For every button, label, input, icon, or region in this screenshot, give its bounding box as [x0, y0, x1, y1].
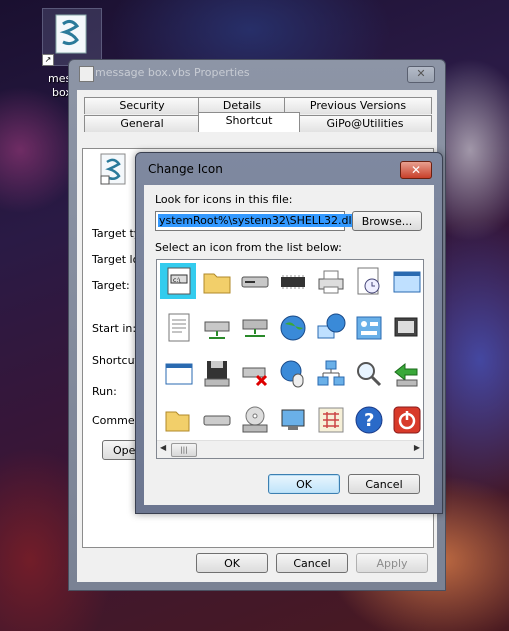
network-computers-icon[interactable] — [312, 355, 348, 391]
tab-shortcut[interactable]: Shortcut — [198, 112, 300, 132]
target-location-label: Target lo — [92, 253, 140, 266]
text-document-icon[interactable] — [160, 309, 196, 345]
network-drive-icon[interactable] — [198, 309, 234, 345]
shortcut-file-icon — [100, 153, 126, 185]
control-panel-icon[interactable] — [350, 309, 386, 345]
cd-drive-icon[interactable] — [236, 401, 272, 437]
tab-previous-versions[interactable]: Previous Versions — [284, 97, 432, 114]
folder-icon[interactable] — [198, 263, 234, 299]
change-icon-dialog: Change Icon ✕ Look for icons in this fil… — [135, 152, 443, 514]
power-icon[interactable] — [388, 401, 423, 437]
network-globe-icon[interactable] — [312, 309, 348, 345]
blank-window-icon[interactable] — [160, 355, 196, 391]
properties-window-title: message box.vbs Properties — [95, 66, 250, 79]
computer-monitor-icon[interactable] — [274, 401, 310, 437]
window-icon[interactable] — [388, 263, 423, 299]
scroll-left-icon[interactable]: ◀ — [160, 443, 166, 452]
target-label: Target: — [92, 279, 130, 292]
change-icon-ok-button[interactable]: OK — [268, 474, 340, 494]
icon-file-input[interactable]: ystemRoot%\system32\SHELL32.dll — [155, 211, 356, 231]
search-magnifier-icon[interactable] — [350, 355, 386, 391]
tab-general[interactable]: General — [84, 115, 200, 132]
change-icon-cancel-button[interactable]: Cancel — [348, 474, 420, 494]
cancel-button[interactable]: Cancel — [276, 553, 348, 573]
green-arrow-icon[interactable] — [388, 355, 423, 391]
browse-button[interactable]: Browse... — [352, 211, 422, 231]
target-type-label: Target ty — [92, 227, 141, 240]
memory-chip-icon[interactable] — [274, 263, 310, 299]
ok-button[interactable]: OK — [196, 553, 268, 573]
icon-file-value: ystemRoot%\system32\SHELL32.dll — [158, 214, 356, 227]
script-file-icon — [55, 14, 87, 54]
monitor-settings-icon[interactable] — [388, 309, 423, 345]
globe-mouse-icon[interactable] — [274, 355, 310, 391]
globe-network-icon[interactable] — [274, 309, 310, 345]
select-icon-label: Select an icon from the list below: — [155, 241, 342, 254]
scroll-thumb[interactable]: ||| — [171, 443, 197, 457]
shortcut-arrow-icon: ↗ — [42, 54, 54, 66]
change-icon-title: Change Icon — [148, 162, 223, 176]
floppy-drive-icon[interactable] — [198, 355, 234, 391]
drive-icon[interactable] — [198, 401, 234, 437]
help-icon[interactable]: ? — [350, 401, 386, 437]
disconnected-drive-icon[interactable] — [236, 355, 272, 391]
apply-button[interactable]: Apply — [356, 553, 428, 573]
start-in-label: Start in: — [92, 322, 137, 335]
printer-icon[interactable] — [312, 263, 348, 299]
svg-text:c:\: c:\ — [173, 277, 181, 284]
hard-drive-icon[interactable] — [236, 263, 272, 299]
scroll-right-icon[interactable]: ▶ — [414, 443, 420, 452]
change-icon-close-button[interactable]: ✕ — [400, 161, 432, 179]
network-hard-drive-icon[interactable] — [236, 309, 272, 345]
look-for-icons-label: Look for icons in this file: — [155, 193, 293, 206]
calculator-grid-icon[interactable] — [312, 401, 348, 437]
horizontal-scrollbar[interactable]: ◀ ||| ▶ — [157, 440, 423, 458]
properties-close-button[interactable]: ✕ — [407, 66, 435, 83]
change-icon-client-area: Look for icons in this file: ystemRoot%\… — [144, 185, 434, 505]
clock-document-icon[interactable] — [350, 263, 386, 299]
shortcut-key-label: Shortcut — [92, 354, 139, 367]
window-title-icon — [79, 66, 94, 82]
svg-text:?: ? — [364, 410, 374, 431]
tab-security[interactable]: Security — [84, 97, 200, 114]
icon-list[interactable]: c:\? ◀ ||| ▶ — [156, 259, 424, 459]
run-label: Run: — [92, 385, 117, 398]
script-document-icon[interactable]: c:\ — [160, 263, 196, 299]
tab-gipo-utilities[interactable]: GiPo@Utilities — [298, 115, 432, 132]
open-folder-icon[interactable] — [160, 401, 196, 437]
